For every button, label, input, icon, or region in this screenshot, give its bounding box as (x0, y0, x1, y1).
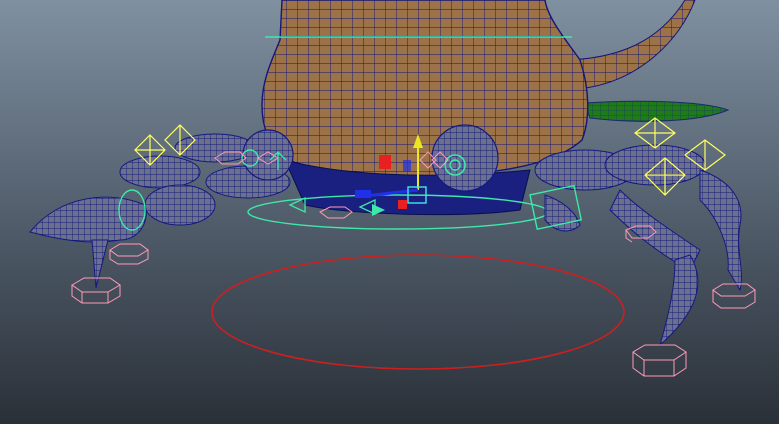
manipulator-x-handle[interactable] (398, 200, 407, 209)
trunk-body-mesh[interactable] (261, 0, 589, 178)
left-eye[interactable] (241, 129, 294, 181)
right-eye[interactable] (431, 124, 499, 192)
manipulator-y-handle[interactable] (379, 155, 391, 169)
viewport-canvas[interactable] (0, 0, 779, 424)
3d-viewport[interactable] (0, 0, 779, 424)
